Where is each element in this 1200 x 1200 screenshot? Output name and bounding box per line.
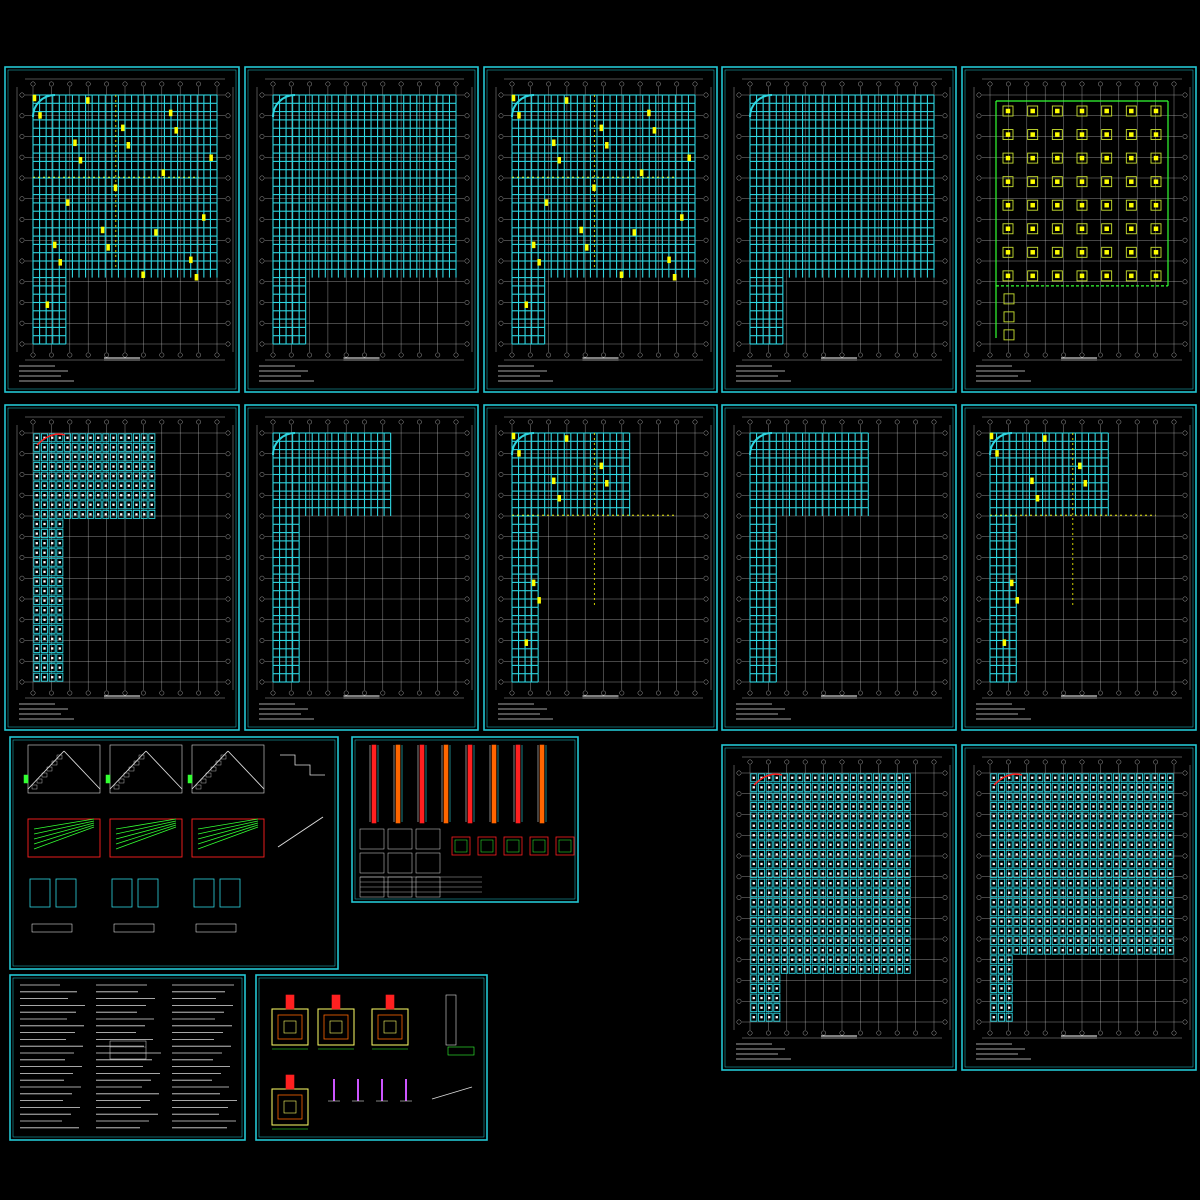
cad-drawing-set — [0, 0, 1200, 1200]
